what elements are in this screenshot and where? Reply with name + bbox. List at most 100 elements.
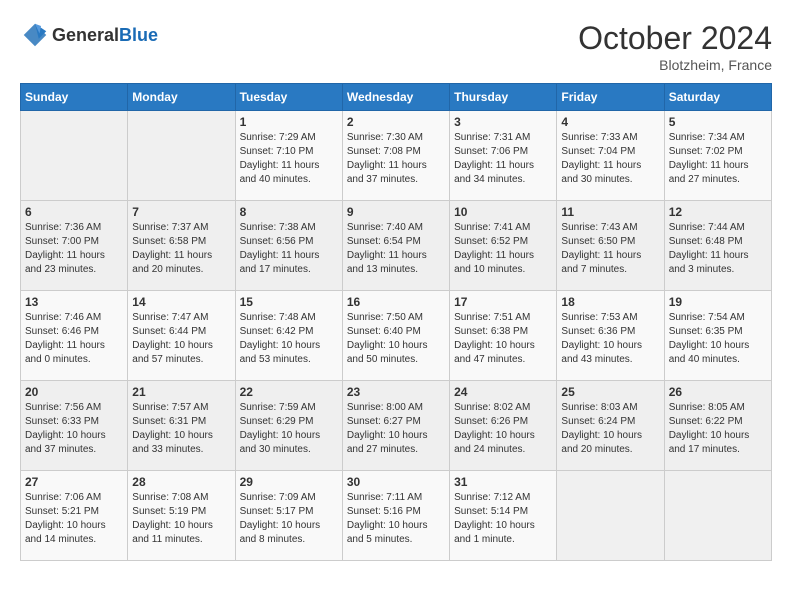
day-number: 7 [132, 205, 230, 219]
calendar-cell: 25 Sunrise: 8:03 AMSunset: 6:24 PMDayligh… [557, 381, 664, 471]
calendar-cell: 14Sunrise: 7:47 AMSunset: 6:44 PMDayligh… [128, 291, 235, 381]
day-info: Sunrise: 7:43 AMSunset: 6:50 PMDaylight:… [561, 221, 659, 277]
calendar-cell: 10 Sunrise: 7:41 AMSunset: 6:52 PMDayligh… [450, 201, 557, 291]
calendar-cell: 26Sunrise: 8:05 AMSunset: 6:22 PMDayligh… [664, 381, 771, 471]
week-row-2: 6 Sunrise: 7:36 AMSunset: 7:00 PMDaylight… [21, 201, 772, 291]
day-header-tuesday: Tuesday [235, 84, 342, 111]
calendar-cell [664, 471, 771, 561]
logo-general: General [52, 25, 119, 45]
day-number: 5 [669, 115, 767, 129]
day-number: 3 [454, 115, 552, 129]
day-info: Sunrise: 7:31 AMSunset: 7:06 PMDaylight:… [454, 131, 552, 187]
day-info: Sunrise: 7:48 AMSunset: 6:42 PMDaylight:… [240, 311, 338, 367]
calendar-table: SundayMondayTuesdayWednesdayThursdayFrid… [20, 83, 772, 561]
calendar-cell: 27Sunrise: 7:06 AMSunset: 5:21 PMDayligh… [21, 471, 128, 561]
day-number: 21 [132, 385, 230, 399]
day-info: Sunrise: 7:12 AMSunset: 5:14 PMDaylight:… [454, 491, 552, 547]
day-header-friday: Friday [557, 84, 664, 111]
day-number: 11 [561, 205, 659, 219]
day-number: 8 [240, 205, 338, 219]
calendar-cell: 6 Sunrise: 7:36 AMSunset: 7:00 PMDaylight… [21, 201, 128, 291]
calendar-cell [21, 111, 128, 201]
calendar-cell: 15 Sunrise: 7:48 AMSunset: 6:42 PMDayligh… [235, 291, 342, 381]
day-header-wednesday: Wednesday [342, 84, 449, 111]
week-row-1: 1 Sunrise: 7:29 AMSunset: 7:10 PMDaylight… [21, 111, 772, 201]
day-info: Sunrise: 7:54 AMSunset: 6:35 PMDaylight:… [669, 311, 767, 367]
calendar-cell: 13 Sunrise: 7:46 AMSunset: 6:46 PMDayligh… [21, 291, 128, 381]
calendar-cell: 20Sunrise: 7:56 AMSunset: 6:33 PMDayligh… [21, 381, 128, 471]
day-number: 28 [132, 475, 230, 489]
calendar-cell: 17Sunrise: 7:51 AMSunset: 6:38 PMDayligh… [450, 291, 557, 381]
day-info: Sunrise: 7:11 AMSunset: 5:16 PMDaylight:… [347, 491, 445, 547]
week-row-4: 20Sunrise: 7:56 AMSunset: 6:33 PMDayligh… [21, 381, 772, 471]
header-row: SundayMondayTuesdayWednesdayThursdayFrid… [21, 84, 772, 111]
day-header-thursday: Thursday [450, 84, 557, 111]
calendar-cell: 4Sunrise: 7:33 AMSunset: 7:04 PMDaylight… [557, 111, 664, 201]
day-number: 13 [25, 295, 123, 309]
day-number: 25 [561, 385, 659, 399]
day-number: 20 [25, 385, 123, 399]
day-header-sunday: Sunday [21, 84, 128, 111]
day-number: 19 [669, 295, 767, 309]
day-info: Sunrise: 7:38 AMSunset: 6:56 PMDaylight:… [240, 221, 338, 277]
day-info: Sunrise: 7:29 AMSunset: 7:10 PMDaylight:… [240, 131, 338, 187]
location: Blotzheim, France [578, 57, 772, 73]
day-number: 9 [347, 205, 445, 219]
day-info: Sunrise: 7:40 AMSunset: 6:54 PMDaylight:… [347, 221, 445, 277]
day-number: 30 [347, 475, 445, 489]
day-info: Sunrise: 7:44 AMSunset: 6:48 PMDaylight:… [669, 221, 767, 277]
calendar-cell: 30 Sunrise: 7:11 AMSunset: 5:16 PMDayligh… [342, 471, 449, 561]
logo-blue: Blue [119, 25, 158, 45]
day-info: Sunrise: 8:03 AMSunset: 6:24 PMDaylight:… [561, 401, 659, 457]
day-info: Sunrise: 7:33 AMSunset: 7:04 PMDaylight:… [561, 131, 659, 187]
calendar-cell: 19 Sunrise: 7:54 AMSunset: 6:35 PMDayligh… [664, 291, 771, 381]
day-info: Sunrise: 7:09 AMSunset: 5:17 PMDaylight:… [240, 491, 338, 547]
calendar-cell: 5 Sunrise: 7:34 AMSunset: 7:02 PMDaylight… [664, 111, 771, 201]
calendar-cell: 9 Sunrise: 7:40 AMSunset: 6:54 PMDaylight… [342, 201, 449, 291]
day-info: Sunrise: 7:41 AMSunset: 6:52 PMDaylight:… [454, 221, 552, 277]
calendar-cell: 23Sunrise: 8:00 AMSunset: 6:27 PMDayligh… [342, 381, 449, 471]
day-info: Sunrise: 7:30 AMSunset: 7:08 PMDaylight:… [347, 131, 445, 187]
day-number: 10 [454, 205, 552, 219]
month-title: October 2024 [578, 20, 772, 57]
day-info: Sunrise: 7:46 AMSunset: 6:46 PMDaylight:… [25, 311, 123, 367]
day-number: 16 [347, 295, 445, 309]
calendar-cell: 28 Sunrise: 7:08 AMSunset: 5:19 PMDayligh… [128, 471, 235, 561]
logo-icon [20, 20, 50, 50]
calendar-cell: 29Sunrise: 7:09 AMSunset: 5:17 PMDayligh… [235, 471, 342, 561]
day-number: 18 [561, 295, 659, 309]
day-info: Sunrise: 7:47 AMSunset: 6:44 PMDaylight:… [132, 311, 230, 367]
title-block: October 2024 Blotzheim, France [578, 20, 772, 73]
calendar-cell: 22 Sunrise: 7:59 AMSunset: 6:29 PMDayligh… [235, 381, 342, 471]
day-header-monday: Monday [128, 84, 235, 111]
day-info: Sunrise: 7:57 AMSunset: 6:31 PMDaylight:… [132, 401, 230, 457]
day-info: Sunrise: 7:53 AMSunset: 6:36 PMDaylight:… [561, 311, 659, 367]
day-info: Sunrise: 7:50 AMSunset: 6:40 PMDaylight:… [347, 311, 445, 367]
page-header: GeneralBlue October 2024 Blotzheim, Fran… [20, 20, 772, 73]
day-info: Sunrise: 7:59 AMSunset: 6:29 PMDaylight:… [240, 401, 338, 457]
day-number: 1 [240, 115, 338, 129]
calendar-cell: 11 Sunrise: 7:43 AMSunset: 6:50 PMDayligh… [557, 201, 664, 291]
calendar-cell: 21 Sunrise: 7:57 AMSunset: 6:31 PMDayligh… [128, 381, 235, 471]
calendar-cell: 16 Sunrise: 7:50 AMSunset: 6:40 PMDayligh… [342, 291, 449, 381]
day-info: Sunrise: 7:37 AMSunset: 6:58 PMDaylight:… [132, 221, 230, 277]
day-info: Sunrise: 7:51 AMSunset: 6:38 PMDaylight:… [454, 311, 552, 367]
day-number: 31 [454, 475, 552, 489]
calendar-cell [557, 471, 664, 561]
calendar-cell: 1 Sunrise: 7:29 AMSunset: 7:10 PMDaylight… [235, 111, 342, 201]
logo: GeneralBlue [20, 20, 158, 50]
day-header-saturday: Saturday [664, 84, 771, 111]
day-number: 24 [454, 385, 552, 399]
day-info: Sunrise: 7:34 AMSunset: 7:02 PMDaylight:… [669, 131, 767, 187]
calendar-cell [128, 111, 235, 201]
calendar-cell: 8 Sunrise: 7:38 AMSunset: 6:56 PMDaylight… [235, 201, 342, 291]
day-info: Sunrise: 7:36 AMSunset: 7:00 PMDaylight:… [25, 221, 123, 277]
calendar-cell: 31 Sunrise: 7:12 AMSunset: 5:14 PMDayligh… [450, 471, 557, 561]
day-number: 15 [240, 295, 338, 309]
calendar-cell: 12Sunrise: 7:44 AMSunset: 6:48 PMDayligh… [664, 201, 771, 291]
day-info: Sunrise: 7:08 AMSunset: 5:19 PMDaylight:… [132, 491, 230, 547]
day-info: Sunrise: 8:02 AMSunset: 6:26 PMDaylight:… [454, 401, 552, 457]
day-number: 6 [25, 205, 123, 219]
calendar-cell: 2Sunrise: 7:30 AMSunset: 7:08 PMDaylight… [342, 111, 449, 201]
day-number: 22 [240, 385, 338, 399]
